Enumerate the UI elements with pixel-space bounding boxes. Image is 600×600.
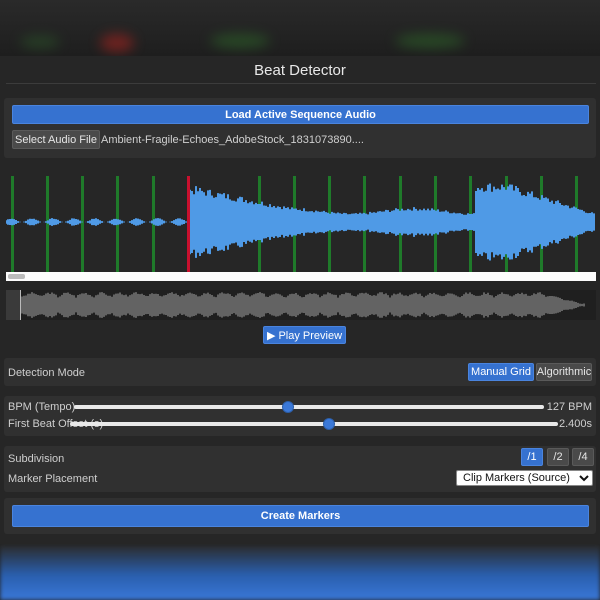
background-blur (20, 36, 60, 48)
marker-placement-select[interactable]: Clip Markers (Source) (456, 470, 593, 486)
subdivision-4-button[interactable]: /4 (572, 448, 594, 466)
waveform-view[interactable] (6, 176, 596, 272)
subdivision-1-button[interactable]: /1 (521, 448, 543, 466)
beat-marker-line (81, 176, 84, 272)
algorithmic-button[interactable]: Algorithmic (536, 363, 592, 381)
load-sequence-audio-button[interactable]: Load Active Sequence Audio (12, 105, 589, 124)
detection-mode-label: Detection Mode (8, 367, 86, 379)
title-divider (6, 83, 596, 84)
offset-value: 2.400s (558, 418, 592, 430)
background-blur (210, 34, 270, 48)
audio-waveform (6, 183, 595, 261)
offset-slider[interactable] (70, 418, 558, 430)
overview-waveform-shape (19, 292, 585, 318)
subdivision-label: Subdivision (8, 453, 65, 465)
panel-title: Beat Detector (254, 62, 346, 79)
placement-card: Subdivision /1 /2 /4 Marker Placement Cl… (4, 446, 596, 492)
bpm-slider[interactable] (74, 401, 544, 413)
select-audio-file-button[interactable]: Select Audio File (12, 130, 100, 149)
overview-canvas (6, 290, 585, 320)
subdivision-2-button[interactable]: /2 (547, 448, 569, 466)
offset-slider-thumb[interactable] (322, 418, 335, 430)
audio-file-name: Ambient-Fragile-Echoes_AdobeStock_183107… (101, 134, 364, 146)
background-bottom (0, 545, 600, 600)
background-blur (100, 34, 134, 52)
marker-placement-label: Marker Placement (8, 473, 98, 485)
detection-mode-card: Detection Mode Manual Grid Algorithmic (4, 358, 596, 386)
bpm-value: 127 BPM (546, 401, 592, 413)
beat-marker-line (46, 176, 49, 272)
manual-grid-button[interactable]: Manual Grid (468, 363, 534, 381)
waveform-scrollbar[interactable] (6, 272, 596, 281)
waveform-canvas (6, 176, 595, 272)
play-preview-button[interactable]: ▶ Play Preview (263, 326, 346, 344)
tempo-card: BPM (Tempo) 127 BPM First Beat Offset (s… (4, 396, 596, 436)
playhead-marker[interactable] (187, 176, 190, 272)
audio-source-card: Load Active Sequence Audio Select Audio … (4, 98, 596, 158)
create-markers-card: Create Markers (4, 498, 596, 534)
create-markers-button[interactable]: Create Markers (12, 505, 589, 527)
overview-viewport-handle[interactable] (6, 290, 20, 320)
background-blur (395, 34, 465, 48)
overview-waveform[interactable] (6, 290, 596, 320)
background-top (0, 0, 600, 56)
overview-position-line (20, 290, 21, 320)
scrollbar-thumb[interactable] (8, 274, 25, 279)
beat-detector-panel: Beat Detector Load Active Sequence Audio… (0, 56, 600, 544)
bpm-slider-thumb[interactable] (281, 401, 294, 413)
bpm-label: BPM (Tempo) (8, 401, 76, 413)
